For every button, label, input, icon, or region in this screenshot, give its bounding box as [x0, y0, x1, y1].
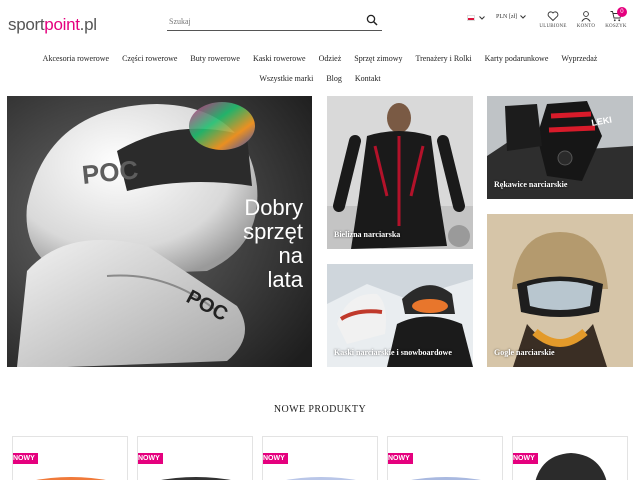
- nav-item-bike-helmets[interactable]: Kaski rowerowe: [253, 54, 306, 63]
- nav-item-contact[interactable]: Kontakt: [355, 74, 381, 83]
- hero-banner[interactable]: POC POC Dobry sprzęt na lata: [7, 96, 312, 367]
- account-label: KONTO: [576, 24, 596, 29]
- wishlist-label: ULUBIONE: [539, 24, 567, 29]
- nav-item-bike-parts[interactable]: Części rowerowe: [122, 54, 177, 63]
- tile-ski-goggles[interactable]: Gogle narciarskie: [487, 214, 633, 367]
- currency-label: PLN [zł]: [496, 14, 518, 20]
- wishlist-button[interactable]: ULUBIONE: [535, 10, 571, 29]
- cart-label: KOSZYK: [605, 24, 627, 29]
- language-selector[interactable]: [467, 14, 486, 22]
- chevron-down-icon: [479, 16, 485, 20]
- logo-sport: sport: [8, 15, 45, 34]
- new-badge: NOWY: [513, 453, 538, 464]
- currency-selector[interactable]: PLN [zł]: [496, 13, 527, 21]
- new-badge: NOWY: [388, 453, 413, 464]
- heart-icon: [547, 11, 559, 22]
- hero-helmet-brand: POC: [80, 154, 139, 190]
- poland-flag-icon: [467, 15, 475, 21]
- new-badge: NOWY: [13, 453, 38, 464]
- nav-item-winter-gear[interactable]: Sprzęt zimowy: [354, 54, 402, 63]
- nav-item-all-brands[interactable]: Wszystkie marki: [259, 74, 313, 83]
- nav-item-bike-shoes[interactable]: Buty rowerowe: [190, 54, 240, 63]
- tile-ski-gloves[interactable]: LEKI Rękawice narciarskie: [487, 96, 633, 199]
- search-input[interactable]: [167, 12, 352, 31]
- tile-ski-goggles-label: Gogle narciarskie: [494, 348, 555, 357]
- cart-count-badge: 0: [617, 7, 627, 17]
- main-navigation: Akcesoria rowerowe Części rowerowe Buty …: [0, 48, 640, 88]
- nav-item-sale[interactable]: Wyprzedaż: [561, 54, 597, 63]
- hero-slogan-line3: na: [279, 243, 304, 268]
- logo[interactable]: sportpoint.pl: [8, 15, 97, 35]
- nav-item-trainers[interactable]: Trenażery i Rolki: [415, 54, 471, 63]
- new-badge: NOWY: [138, 453, 163, 464]
- hero-image: POC POC Dobry sprzęt na lata: [7, 96, 312, 367]
- tile-ski-helmets-label: Kaski narciarskie i snowboardowe: [334, 348, 452, 357]
- tile-ski-gloves-label: Rękawice narciarskie: [494, 180, 568, 189]
- chevron-down-icon: [520, 15, 527, 19]
- tile-ski-underwear[interactable]: Bielizna narciarska: [327, 96, 473, 249]
- new-products-heading: NOWE PRODUKTY: [273, 404, 367, 415]
- hero-slogan-line2: sprzęt: [243, 219, 303, 244]
- product-card[interactable]: NOWY: [512, 436, 628, 480]
- product-card[interactable]: NOWY: [12, 436, 128, 480]
- nav-item-bike-accessories[interactable]: Akcesoria rowerowe: [43, 54, 109, 63]
- product-card[interactable]: NOWY: [387, 436, 503, 480]
- tile-ski-underwear-label: Bielizna narciarska: [334, 230, 401, 239]
- site-header: sportpoint.pl PLN [zł] ULUBIONE KONTO KO…: [0, 0, 640, 44]
- search-bar: [167, 11, 382, 31]
- ski-goggles-image: [487, 214, 633, 367]
- product-card[interactable]: NOWY: [262, 436, 378, 480]
- search-icon[interactable]: [366, 14, 378, 26]
- nav-item-gift-cards[interactable]: Karty podarunkowe: [485, 54, 549, 63]
- product-card[interactable]: NOWY: [137, 436, 253, 480]
- logo-domain: .pl: [79, 15, 97, 34]
- tile-ski-helmets[interactable]: Kaski narciarskie i snowboardowe: [327, 264, 473, 367]
- nav-row-primary: Akcesoria rowerowe Części rowerowe Buty …: [0, 48, 640, 68]
- hero-slogan-line1: Dobry: [244, 195, 303, 220]
- user-icon: [581, 11, 591, 22]
- nav-row-secondary: Wszystkie marki Blog Kontakt: [0, 68, 640, 88]
- cart-button[interactable]: KOSZYK 0: [598, 7, 634, 29]
- hero-slogan-line4: lata: [268, 267, 304, 292]
- ski-underwear-image: [327, 96, 473, 249]
- nav-item-clothing[interactable]: Odzież: [319, 54, 342, 63]
- logo-point: point: [44, 15, 80, 34]
- nav-item-blog[interactable]: Blog: [326, 74, 342, 83]
- new-badge: NOWY: [263, 453, 288, 464]
